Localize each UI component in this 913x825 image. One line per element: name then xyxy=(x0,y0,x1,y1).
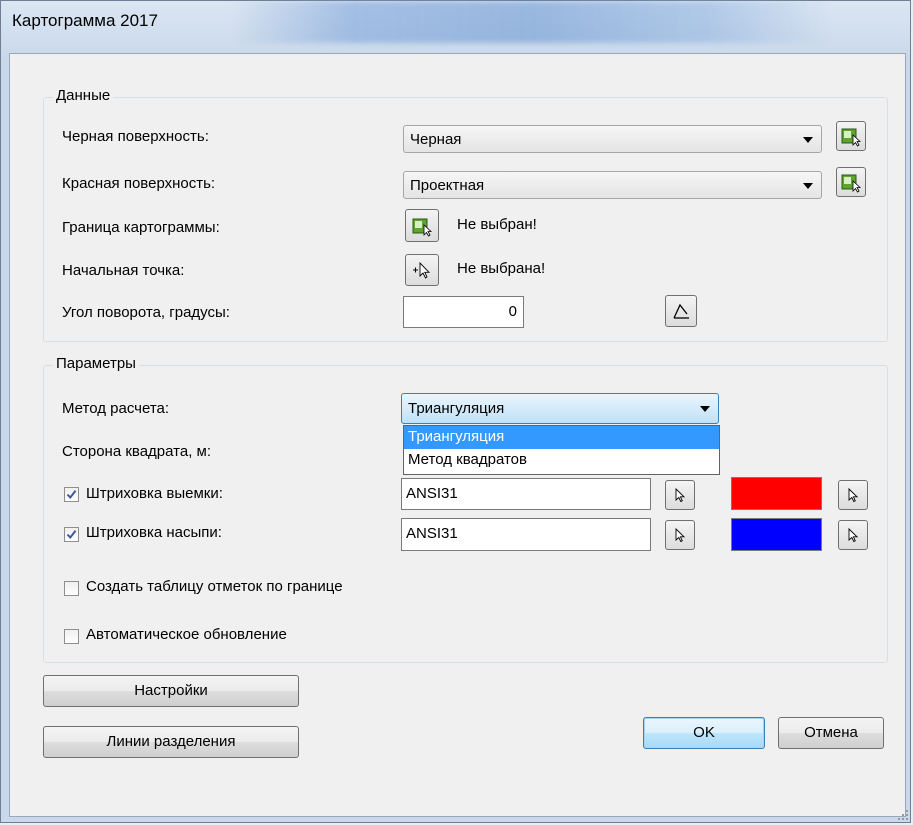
fill-hatch-checkbox[interactable] xyxy=(64,527,79,542)
angle-icon xyxy=(673,303,689,319)
surface-pick-icon xyxy=(841,174,862,193)
chevron-down-icon xyxy=(803,137,813,143)
auto-update-checkbox[interactable] xyxy=(64,629,79,644)
black-surface-select[interactable]: Черная xyxy=(403,125,822,153)
cut-hatch-checkbox[interactable] xyxy=(64,487,79,502)
cut-hatch-value: ANSI31 xyxy=(406,485,458,502)
red-surface-label: Красная поверхность: xyxy=(62,175,216,192)
boundary-status: Не выбран! xyxy=(457,216,537,233)
point-pick-icon xyxy=(413,261,431,279)
title-bar[interactable]: Картограмма 2017 xyxy=(1,1,910,51)
cursor-icon xyxy=(848,487,859,503)
auto-update-label: Автоматическое обновление xyxy=(86,626,287,643)
fill-hatch-value: ANSI31 xyxy=(406,525,458,542)
chevron-down-icon xyxy=(700,406,710,412)
surface-pick-icon xyxy=(841,128,862,147)
rotation-pick-button[interactable] xyxy=(665,295,697,327)
start-point-status: Не выбрана! xyxy=(457,260,546,277)
rotation-label: Угол поворота, градусы: xyxy=(62,304,230,321)
method-label: Метод расчета: xyxy=(62,400,170,417)
cut-color-swatch[interactable] xyxy=(731,477,822,510)
check-icon xyxy=(66,530,77,540)
chevron-down-icon xyxy=(803,183,813,189)
fill-hatch-pick-button[interactable] xyxy=(665,520,695,550)
start-point-pick-button[interactable] xyxy=(405,254,439,286)
window-title: Картограмма 2017 xyxy=(12,11,158,30)
ok-button[interactable]: OK xyxy=(643,717,765,749)
method-value: Триангуляция xyxy=(408,400,505,417)
cut-hatch-label: Штриховка выемки: xyxy=(86,485,223,502)
method-option-triangulation[interactable]: Триангуляция xyxy=(404,426,719,449)
method-dropdown-list: Триангуляция Метод квадратов xyxy=(403,425,720,475)
fill-color-swatch[interactable] xyxy=(731,518,822,551)
method-select[interactable]: Триангуляция xyxy=(401,393,719,424)
black-surface-pick-button[interactable] xyxy=(836,121,866,151)
boundary-label: Граница картограммы: xyxy=(62,219,220,236)
red-surface-value: Проектная xyxy=(410,177,485,194)
cursor-icon xyxy=(675,527,686,543)
red-surface-select[interactable]: Проектная xyxy=(403,171,822,199)
red-surface-pick-button[interactable] xyxy=(836,167,866,197)
settings-button[interactable]: Настройки xyxy=(43,675,299,707)
cursor-icon xyxy=(848,527,859,543)
boundary-pick-button[interactable] xyxy=(405,209,439,242)
division-lines-button[interactable]: Линии разделения xyxy=(43,726,299,758)
start-point-label: Начальная точка: xyxy=(62,262,185,279)
cursor-icon xyxy=(675,487,686,503)
create-table-label: Создать таблицу отметок по границе xyxy=(86,578,343,595)
cut-color-pick-button[interactable] xyxy=(838,480,868,510)
black-surface-label: Черная поверхность: xyxy=(62,128,209,145)
black-surface-value: Черная xyxy=(410,131,462,148)
fill-hatch-label: Штриховка насыпи: xyxy=(86,524,222,541)
check-icon xyxy=(66,490,77,500)
resize-grip-icon[interactable] xyxy=(897,809,909,821)
method-option-squares[interactable]: Метод квадратов xyxy=(404,449,719,472)
cancel-button[interactable]: Отмена xyxy=(778,717,884,749)
rotation-input[interactable]: 0 xyxy=(403,296,524,328)
boundary-pick-icon xyxy=(412,218,433,237)
square-side-label: Сторона квадрата, м: xyxy=(62,443,212,460)
cut-hatch-input[interactable]: ANSI31 xyxy=(401,478,651,510)
fill-color-pick-button[interactable] xyxy=(838,520,868,550)
fill-hatch-input[interactable]: ANSI31 xyxy=(401,518,651,551)
data-group-title: Данные xyxy=(53,87,114,104)
create-table-checkbox[interactable] xyxy=(64,581,79,596)
cut-hatch-pick-button[interactable] xyxy=(665,480,695,510)
rotation-value: 0 xyxy=(508,303,517,320)
title-bar-background xyxy=(231,1,831,43)
params-group-title: Параметры xyxy=(53,355,139,372)
